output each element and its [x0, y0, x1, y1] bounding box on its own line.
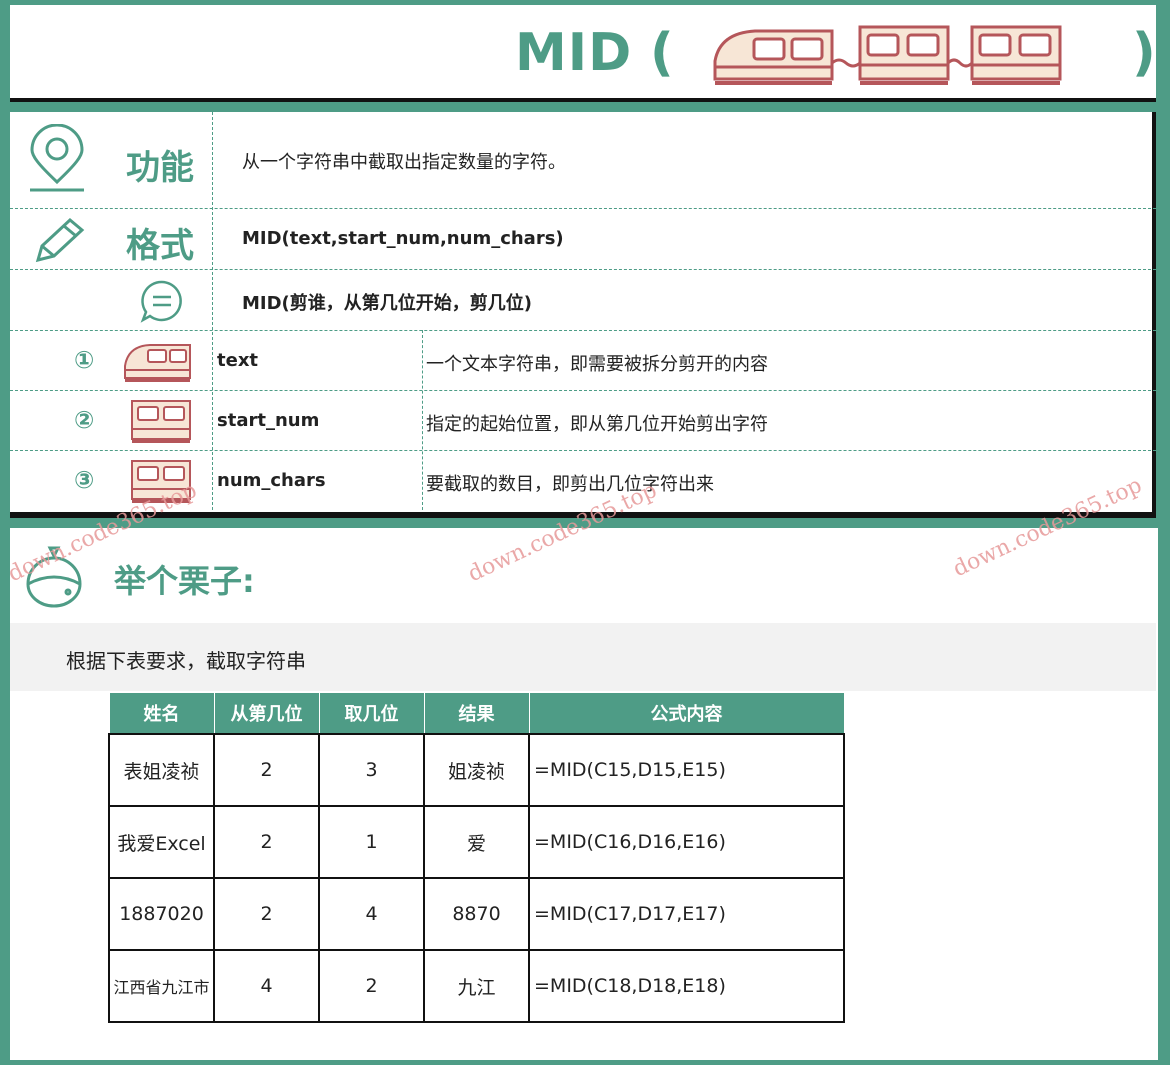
function-label: 功能 [126, 148, 194, 188]
cell-count: 2 [318, 949, 425, 1023]
info-panel: 功能 从一个字符串中截取出指定数量的字符。 格式 MID(text,start_… [10, 112, 1156, 518]
title-open-paren: ( [650, 23, 674, 83]
table-row: 江西省九江市 4 2 九江 =MID(C18,D18,E18) [108, 949, 845, 1023]
format-label: 格式 [126, 226, 194, 266]
chat-bubble-icon [140, 280, 182, 323]
train-car-icon [131, 400, 191, 443]
cell-formula: =MID(C17,D17,E17) [528, 877, 845, 951]
requirement-bar: 根据下表要求，截取字符串 [10, 623, 1156, 691]
cell-name: 表姐凌祯 [108, 733, 215, 807]
function-description: 从一个字符串中截取出指定数量的字符。 [242, 152, 566, 173]
param-description: 一个文本字符串，即需要被拆分剪开的内容 [426, 354, 768, 375]
cell-start: 2 [213, 805, 320, 879]
train-icon [713, 25, 1062, 85]
header-start: 从第几位 [213, 692, 320, 735]
header-count: 取几位 [318, 692, 425, 735]
cell-formula: =MID(C18,D18,E18) [528, 949, 845, 1023]
table-row: 表姐凌祯 2 3 姐凌祯 =MID(C15,D15,E15) [108, 733, 845, 807]
column-divider [422, 330, 423, 510]
cell-count: 1 [318, 805, 425, 879]
meaning-text: MID(剪谁，从第几位开始，剪几位) [242, 293, 533, 314]
location-pin-icon [30, 124, 84, 192]
cell-result: 九江 [423, 949, 530, 1023]
header-formula: 公式内容 [528, 692, 845, 735]
cell-start: 2 [213, 877, 320, 951]
table-row: 1887020 2 4 8870 =MID(C17,D17,E17) [108, 877, 845, 951]
cell-count: 4 [318, 877, 425, 951]
cell-formula: =MID(C15,D15,E15) [528, 733, 845, 807]
param-number: ② [74, 406, 95, 434]
cell-name: 我爱Excel [108, 805, 215, 879]
example-title: 举个栗子: [114, 562, 255, 600]
format-syntax: MID(text,start_num,num_chars) [242, 228, 564, 249]
cell-start: 4 [213, 949, 320, 1023]
cell-name: 1887020 [108, 877, 215, 951]
header-name: 姓名 [108, 692, 215, 735]
cell-start: 2 [213, 733, 320, 807]
param-number: ① [74, 346, 95, 374]
param-description: 指定的起始位置，即从第几位开始剪出字符 [426, 414, 768, 435]
table-row: 我爱Excel 2 1 爱 =MID(C16,D16,E16) [108, 805, 845, 879]
cell-name: 江西省九江市 [108, 949, 215, 1023]
cell-result: 姐凌祯 [423, 733, 530, 807]
function-title: MID [515, 23, 633, 83]
header-result: 结果 [423, 692, 530, 735]
param-name: num_chars [217, 470, 326, 491]
title-close-paren: ) [1132, 23, 1156, 83]
param-name: start_num [217, 410, 320, 431]
cell-result: 爱 [423, 805, 530, 879]
cell-result: 8870 [423, 877, 530, 951]
example-table: 姓名 从第几位 取几位 结果 公式内容 表姐凌祯 2 3 姐凌祯 =MID(C1… [108, 692, 845, 1023]
table-header-row: 姓名 从第几位 取几位 结果 公式内容 [108, 692, 845, 735]
cell-count: 3 [318, 733, 425, 807]
requirement-text: 根据下表要求，截取字符串 [66, 649, 306, 673]
pencil-icon [35, 218, 85, 263]
param-name: text [217, 350, 259, 371]
title-panel: MID ( ) [10, 5, 1156, 102]
param-number: ③ [74, 466, 95, 494]
column-divider [212, 112, 213, 510]
train-head-icon [124, 344, 191, 382]
example-panel: 举个栗子: 根据下表要求，截取字符串 姓名 从第几位 取几位 结果 公式内容 表… [10, 528, 1158, 1060]
cell-formula: =MID(C16,D16,E16) [528, 805, 845, 879]
param-description: 要截取的数目，即剪出几位字符出来 [426, 474, 714, 495]
